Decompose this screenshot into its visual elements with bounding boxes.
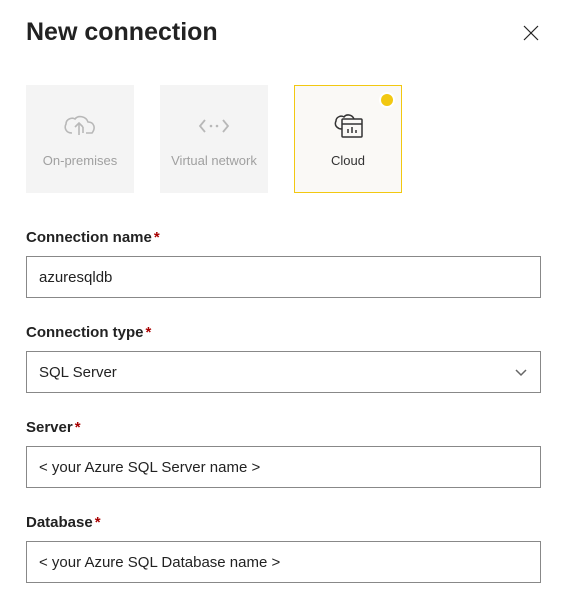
label-text: Database bbox=[26, 514, 93, 531]
field-label: Connection name* bbox=[26, 229, 541, 246]
required-marker: * bbox=[154, 229, 160, 246]
required-marker: * bbox=[75, 419, 81, 436]
connection-type-select[interactable]: SQL Server bbox=[26, 351, 541, 393]
dialog-title: New connection bbox=[26, 18, 218, 47]
field-connection-type: Connection type* SQL Server bbox=[26, 324, 541, 393]
label-text: Connection name bbox=[26, 229, 152, 246]
tile-label: Virtual network bbox=[171, 153, 257, 169]
field-label: Database* bbox=[26, 514, 541, 531]
tile-virtual-network[interactable]: Virtual network bbox=[160, 85, 268, 193]
network-icon bbox=[197, 109, 231, 143]
field-server: Server* bbox=[26, 419, 541, 488]
tile-label: Cloud bbox=[331, 153, 365, 169]
chevron-down-icon bbox=[514, 365, 528, 379]
select-value: SQL Server bbox=[39, 364, 117, 381]
required-marker: * bbox=[146, 324, 152, 341]
label-text: Server bbox=[26, 419, 73, 436]
field-connection-name: Connection name* bbox=[26, 229, 541, 298]
cloud-sync-icon bbox=[61, 109, 99, 143]
close-button[interactable] bbox=[521, 23, 541, 43]
field-database: Database* bbox=[26, 514, 541, 583]
dialog-header: New connection bbox=[26, 18, 541, 47]
required-marker: * bbox=[95, 514, 101, 531]
database-input[interactable] bbox=[26, 541, 541, 583]
field-label: Server* bbox=[26, 419, 541, 436]
selected-badge-icon bbox=[379, 92, 395, 108]
tile-label: On-premises bbox=[43, 153, 117, 169]
label-text: Connection type bbox=[26, 324, 144, 341]
close-icon bbox=[521, 23, 541, 43]
connection-name-input[interactable] bbox=[26, 256, 541, 298]
tile-cloud[interactable]: Cloud bbox=[294, 85, 402, 193]
connection-kind-tiles: On-premises Virtual network Cloud bbox=[26, 85, 541, 193]
tile-on-premises[interactable]: On-premises bbox=[26, 85, 134, 193]
server-input[interactable] bbox=[26, 446, 541, 488]
cloud-report-icon bbox=[330, 109, 366, 143]
field-label: Connection type* bbox=[26, 324, 541, 341]
